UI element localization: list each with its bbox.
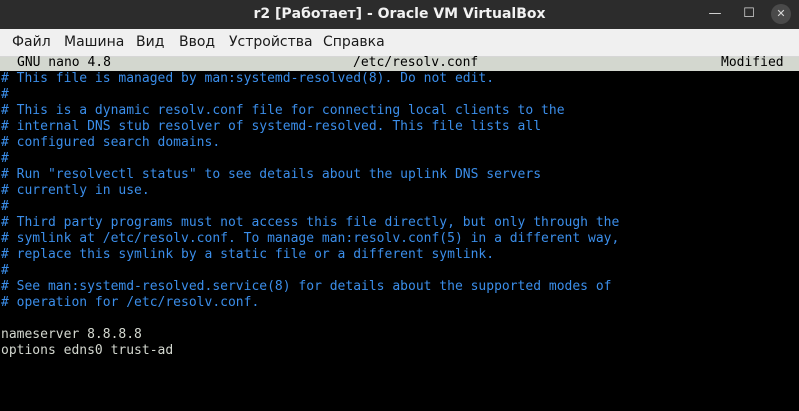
close-icon[interactable]: ✕ xyxy=(771,4,791,24)
nano-header-bar: GNU nano 4.8 /etc/resolv.conf Modified xyxy=(0,55,799,71)
file-line: nameserver 8.8.8.8 xyxy=(1,327,142,342)
file-line: # This is a dynamic resolv.conf file for… xyxy=(1,103,565,118)
file-line: # operation for /etc/resolv.conf. xyxy=(1,295,260,310)
file-line: # xyxy=(1,263,9,278)
menu-help[interactable]: Справка xyxy=(323,34,385,51)
title-bar[interactable]: r2 [Работает] - Oracle VM VirtualBox — ☐… xyxy=(0,0,799,29)
nano-status: Modified xyxy=(721,55,784,70)
file-content[interactable]: # This file is managed by man:systemd-re… xyxy=(1,71,799,359)
maximize-icon[interactable]: ☐ xyxy=(738,4,760,24)
file-line: # This file is managed by man:systemd-re… xyxy=(1,71,495,86)
file-line: options edns0 trust-ad xyxy=(1,343,174,358)
minimize-icon[interactable]: — xyxy=(704,4,726,24)
menu-devices[interactable]: Устройства xyxy=(229,34,313,51)
menu-view[interactable]: Вид xyxy=(136,34,164,51)
file-line: # xyxy=(1,87,9,102)
file-line xyxy=(1,311,799,327)
file-line: # See man:systemd-resolved.service(8) fo… xyxy=(1,279,612,294)
virtualbox-window: r2 [Работает] - Oracle VM VirtualBox — ☐… xyxy=(0,0,799,411)
menu-input[interactable]: Ввод xyxy=(179,34,215,51)
file-line: # replace this symlink by a static file … xyxy=(1,247,495,262)
window-title: r2 [Работает] - Oracle VM VirtualBox xyxy=(253,6,546,22)
vm-screen[interactable]: GNU nano 4.8 /etc/resolv.conf Modified #… xyxy=(0,55,799,411)
file-line: # internal DNS stub resolver of systemd-… xyxy=(1,119,542,134)
file-line: # Third party programs must not access t… xyxy=(1,215,620,230)
menu-machine[interactable]: Машина xyxy=(64,34,124,51)
file-line: # currently in use. xyxy=(1,183,150,198)
file-line: # symlink at /etc/resolv.conf. To manage… xyxy=(1,231,620,246)
menu-bar: Файл Машина Вид Ввод Устройства Справка xyxy=(0,29,799,57)
file-line: # configured search domains. xyxy=(1,135,221,150)
nano-filename: /etc/resolv.conf xyxy=(353,55,479,70)
file-line: # xyxy=(1,151,9,166)
file-line: # Run "resolvectl status" to see details… xyxy=(1,167,542,182)
nano-version: GNU nano 4.8 xyxy=(17,55,111,70)
file-line: # xyxy=(1,199,9,214)
menu-file[interactable]: Файл xyxy=(12,34,51,51)
